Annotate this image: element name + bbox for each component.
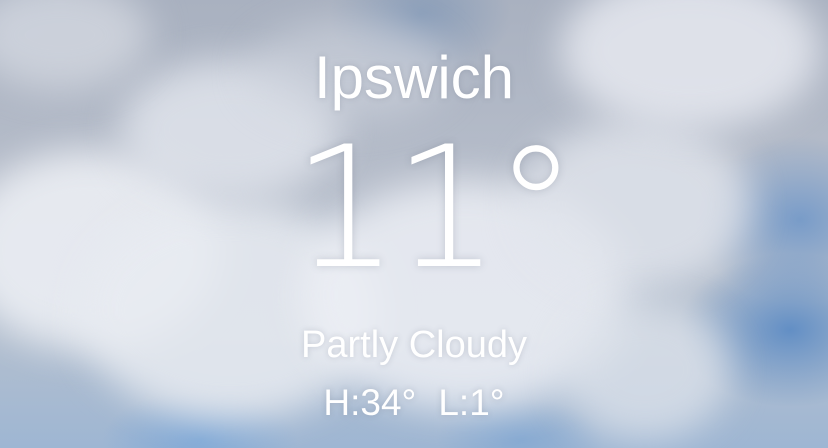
current-weather-panel: Ipswich 11° Partly Cloudy H:34° L:1° xyxy=(0,0,828,448)
low-temperature: L:1° xyxy=(438,382,505,423)
high-temperature: H:34° xyxy=(323,382,417,423)
weather-condition: Partly Cloudy xyxy=(301,324,527,366)
city-name: Ipswich xyxy=(313,44,515,111)
high-low-temperatures: H:34° L:1° xyxy=(0,380,828,426)
current-temperature: 11° xyxy=(292,110,578,306)
